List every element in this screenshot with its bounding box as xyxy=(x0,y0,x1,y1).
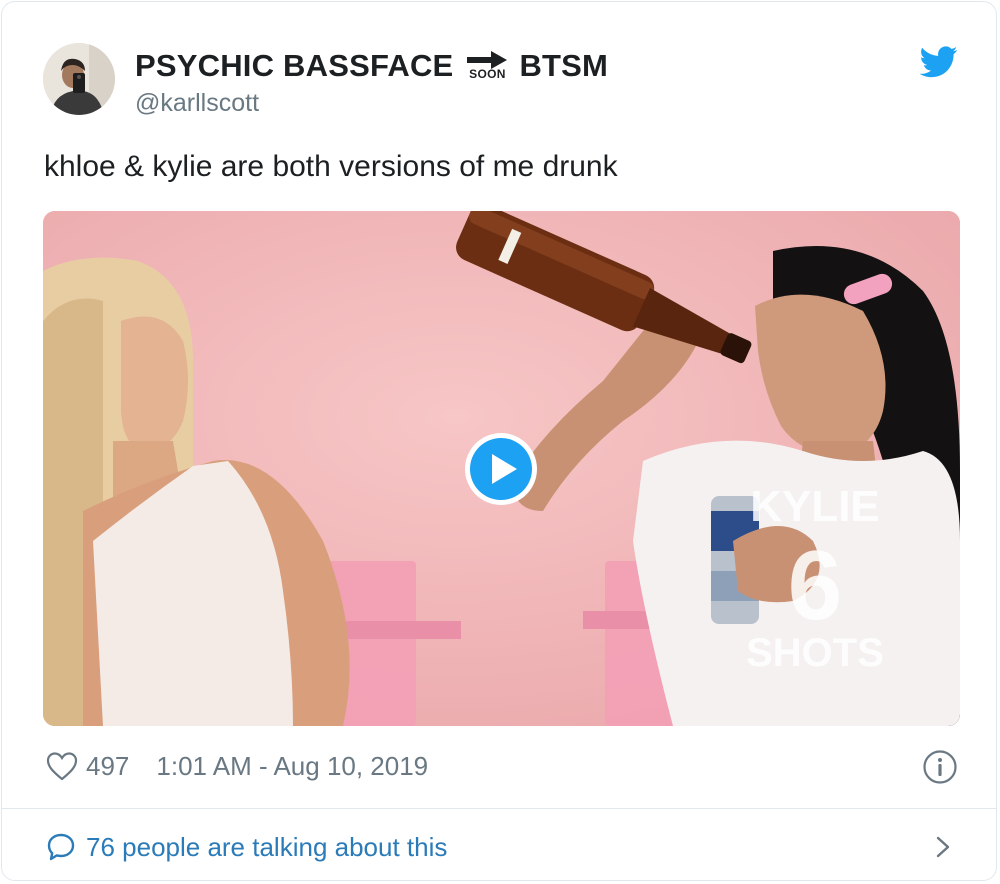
avatar[interactable] xyxy=(43,43,115,115)
tweet-card: PSYCHIC BASSFACE SOON BTSM @karllscott k… xyxy=(1,1,997,881)
author-name-part2: BTSM xyxy=(519,48,609,83)
divider xyxy=(2,808,996,809)
heart-icon[interactable] xyxy=(46,751,78,781)
conversation-link[interactable]: 76 people are talking about this xyxy=(46,828,447,866)
info-icon[interactable] xyxy=(922,749,958,785)
soon-arrow: SOON xyxy=(465,51,509,81)
like-count[interactable]: 497 xyxy=(86,751,129,782)
tweet-footer: 497 1:01 AM - Aug 10, 2019 xyxy=(46,748,428,784)
author-name[interactable]: PSYCHIC BASSFACE SOON BTSM xyxy=(135,46,608,86)
soon-label: SOON xyxy=(469,67,506,81)
play-icon[interactable] xyxy=(462,430,540,508)
tweet-timestamp[interactable]: 1:01 AM - Aug 10, 2019 xyxy=(156,751,428,782)
chevron-right-icon[interactable] xyxy=(932,834,954,860)
video-overlay-name: KYLIE xyxy=(750,482,880,531)
author-name-part1: PSYCHIC BASSFACE xyxy=(135,48,454,83)
video-thumbnail[interactable]: KYLIE 6 SHOTS xyxy=(43,211,960,726)
speech-bubble-icon xyxy=(47,833,75,861)
video-overlay-unit: SHOTS xyxy=(746,631,884,675)
conversation-label: 76 people are talking about this xyxy=(86,831,448,862)
video-overlay-number: 6 xyxy=(788,530,843,640)
author-handle[interactable]: @karllscott xyxy=(135,89,259,118)
twitter-bird-icon[interactable] xyxy=(920,46,958,78)
tweet-text: khloe & kylie are both versions of me dr… xyxy=(44,150,618,183)
